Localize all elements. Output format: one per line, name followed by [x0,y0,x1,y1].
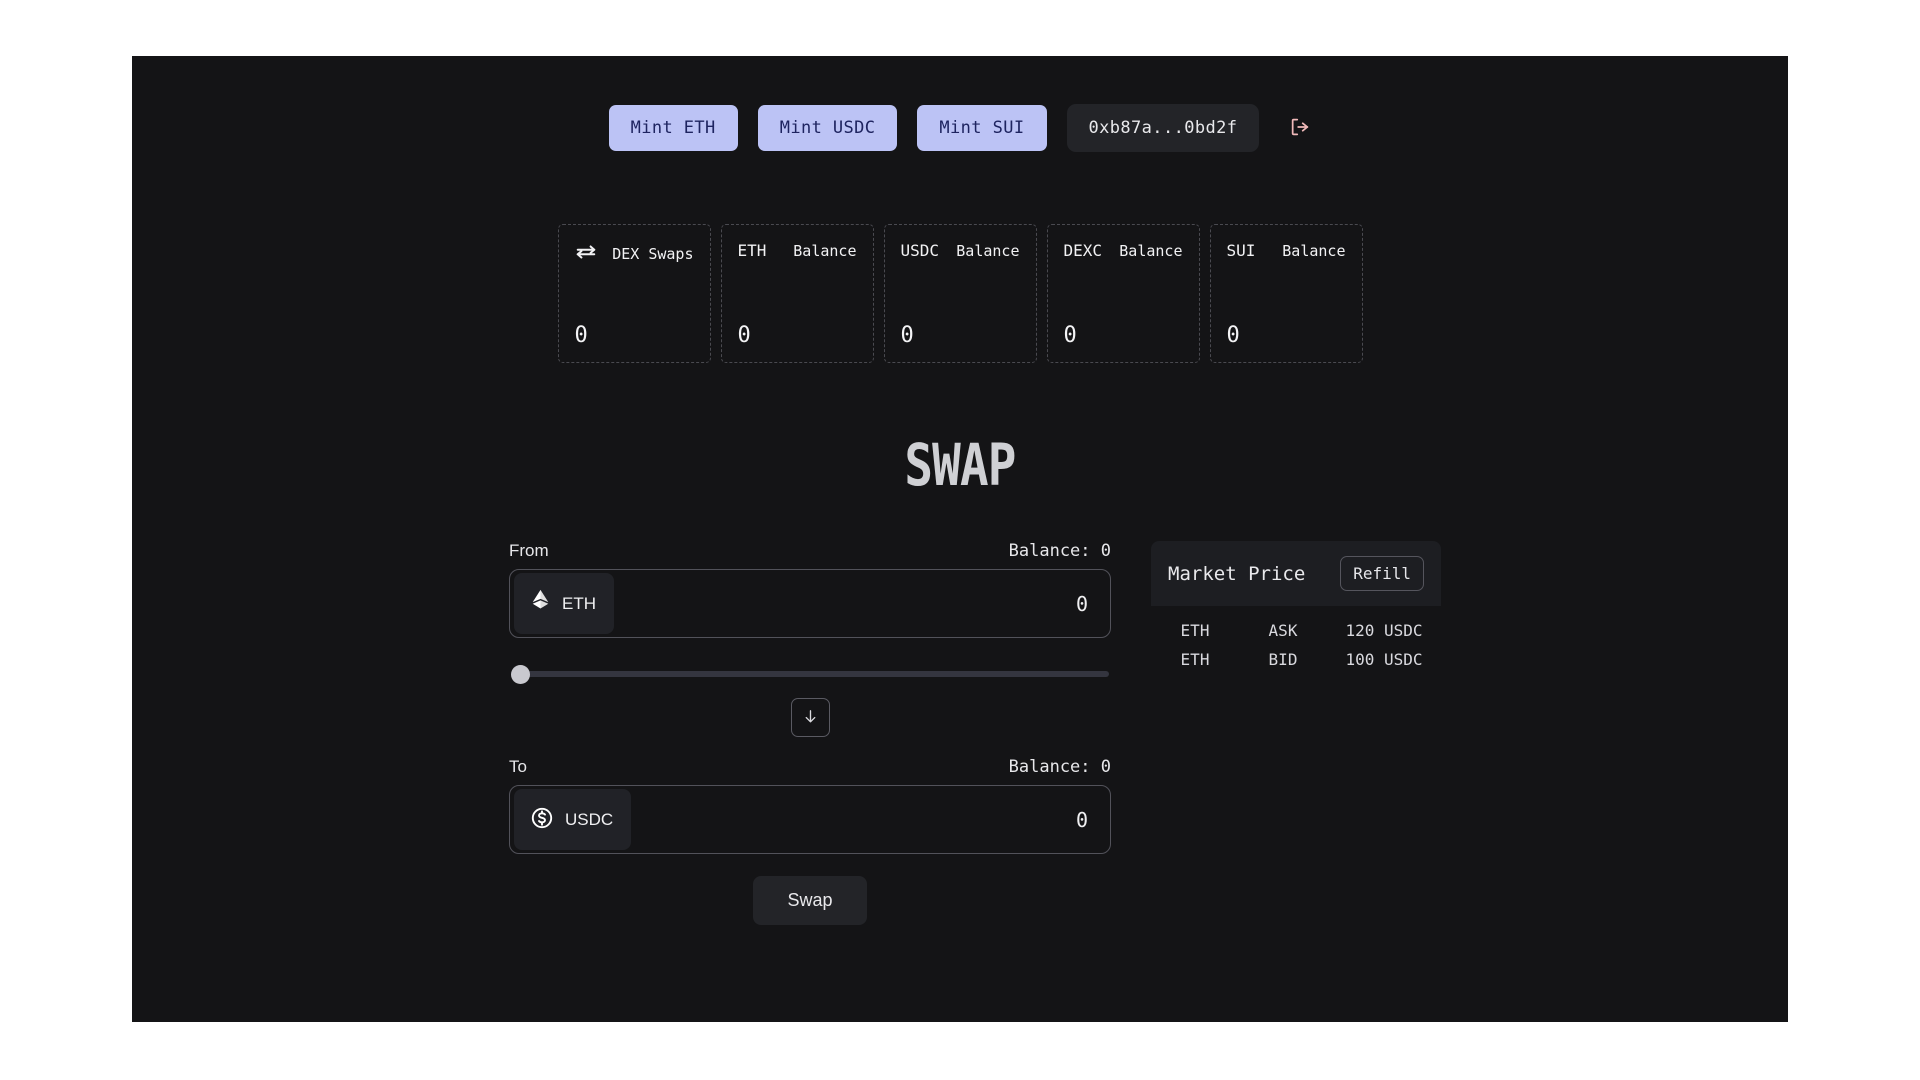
dollar-circle-icon [530,806,554,833]
from-token-name: ETH [562,593,596,613]
stat-card-subtitle: Balance [793,241,857,260]
stat-card-subtitle: Balance [956,241,1020,260]
to-amount-input[interactable] [631,807,1088,832]
amount-slider-wrap [509,664,1111,684]
to-label: To [509,757,527,776]
stat-card-value: 0 [900,323,914,348]
from-row-label: From Balance: 0 [509,541,1111,561]
stat-card-value: 0 [1063,323,1077,348]
stat-card-dex-swaps: DEX Swaps 0 [557,224,711,363]
wallet-address-chip[interactable]: 0xb87a...0bd2f [1066,104,1260,152]
to-balance-label: Balance: 0 [1008,757,1111,777]
to-token-box: USDC [509,785,1111,854]
mint-sui-button[interactable]: Mint SUI [917,105,1047,151]
top-bar: Mint ETH Mint USDC Mint SUI 0xb87a...0bd… [132,56,1788,152]
market-price-title: Market Price [1168,562,1306,585]
market-row-pair: ETH [1180,650,1210,669]
page-title: SWAP [904,431,1016,499]
ethereum-icon [530,589,551,618]
swap-action-wrap: Swap [509,876,1111,925]
refill-button[interactable]: Refill [1340,556,1424,591]
swap-direction-wrap [509,698,1111,737]
logout-icon [1289,116,1311,141]
from-balance-label: Balance: 0 [1008,541,1111,561]
stat-card-title: DEX Swaps [612,245,694,263]
stat-card-usdc: USDC Balance 0 [883,224,1037,363]
market-row: ETH ASK 120 USDC [1151,616,1441,645]
stat-card-sui: SUI Balance 0 [1209,224,1363,363]
stat-card-subtitle: Balance [1119,241,1183,260]
from-amount-input[interactable] [614,591,1088,616]
swap-submit-button[interactable]: Swap [753,876,867,925]
from-token-box: ETH [509,569,1111,638]
market-price-panel: Market Price Refill ETH ASK 120 USDC ETH… [1151,541,1441,925]
to-token-name: USDC [565,809,614,829]
to-token-selector[interactable]: USDC [514,789,632,850]
stat-card-title: ETH [737,241,767,260]
from-token-selector[interactable]: ETH [514,573,614,634]
market-price-rows: ETH ASK 120 USDC ETH BID 100 USDC [1151,606,1441,674]
swap-direction-button[interactable] [790,698,830,737]
swap-panel: From Balance: 0 ETH 0 To Balance: 0 USDC… [509,541,1111,925]
app-window: Mint ETH Mint USDC Mint SUI 0xb87a...0bd… [132,56,1788,1022]
stat-card-eth: ETH Balance 0 [720,224,874,363]
stat-card-title: SUI [1226,241,1256,260]
stat-card-header: DEXC Balance [1064,241,1183,260]
stat-card-header: ETH Balance [738,241,857,260]
market-row-price: 120 USDC [1345,621,1423,640]
stat-card-header: USDC Balance [901,241,1020,260]
mint-eth-button[interactable]: Mint ETH [608,105,738,151]
stat-card-value: 0 [1226,323,1240,348]
arrow-down-icon [802,708,819,728]
market-price-header: Market Price Refill [1151,541,1441,606]
stat-card-header: SUI Balance [1227,241,1346,260]
market-row-side: ASK [1268,621,1298,640]
stat-card-header: DEX Swaps [575,241,694,267]
main-content: From Balance: 0 ETH 0 To Balance: 0 USDC… [132,541,1788,925]
to-row-label: To Balance: 0 [509,757,1111,777]
amount-slider[interactable] [511,671,1109,677]
logout-button[interactable] [1289,116,1311,141]
from-label: From [509,541,549,560]
stat-card-dexc: DEXC Balance 0 [1046,224,1200,363]
stat-card-value: 0 [737,323,751,348]
stat-card-value: 0 [574,323,588,348]
mint-usdc-button[interactable]: Mint USDC [757,105,898,151]
stat-cards: DEX Swaps 0 ETH Balance 0 USDC Balance 0… [132,224,1788,363]
to-block: To Balance: 0 USDC [509,757,1111,854]
market-row: ETH BID 100 USDC [1151,645,1441,674]
market-row-price: 100 USDC [1345,650,1423,669]
market-row-pair: ETH [1180,621,1210,640]
stat-card-title: USDC [900,241,940,260]
stat-card-subtitle: Balance [1282,241,1346,260]
swap-arrows-icon [575,241,597,267]
stat-card-title: DEXC [1063,241,1103,260]
market-row-side: BID [1268,650,1298,669]
